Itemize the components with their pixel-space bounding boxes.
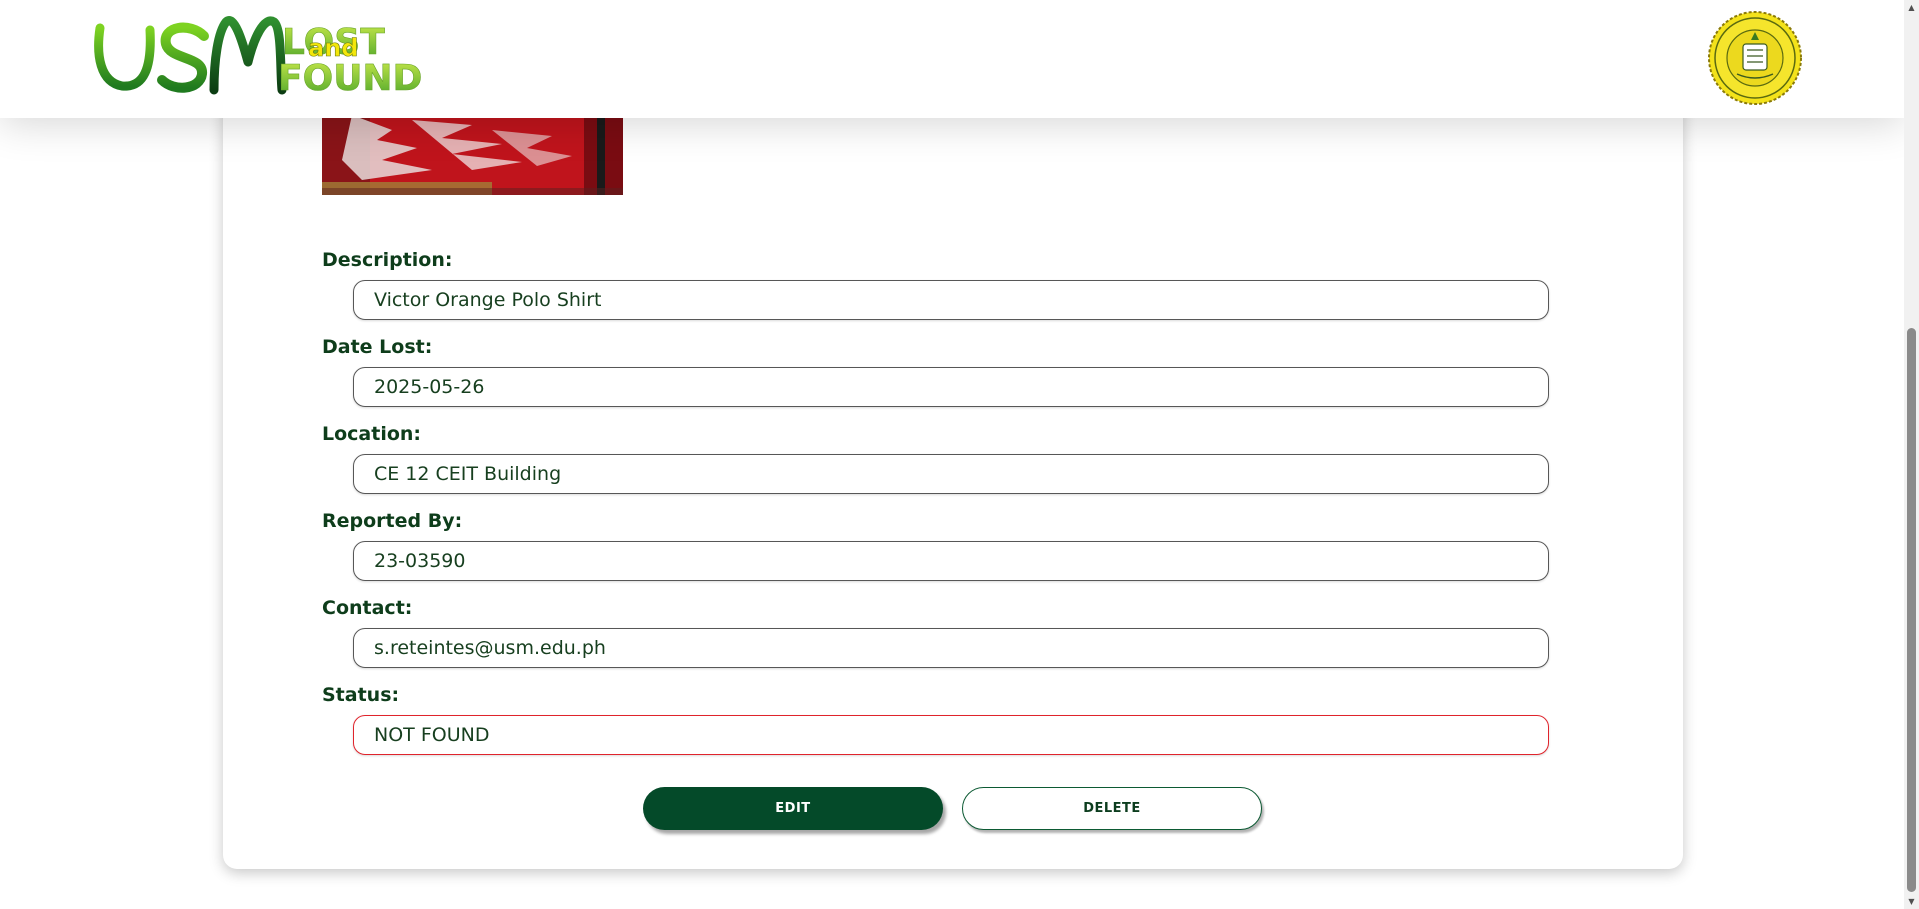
- vertical-scrollbar[interactable]: ▲ ▼: [1904, 0, 1919, 909]
- description-field[interactable]: Victor Orange Polo Shirt: [353, 280, 1549, 320]
- status-field[interactable]: NOT FOUND: [353, 715, 1549, 755]
- site-header: LOST FOUND and: [0, 0, 1904, 118]
- status-label: Status:: [322, 684, 400, 706]
- date-lost-field[interactable]: 2025-05-26: [353, 367, 1549, 407]
- scroll-up-arrow-icon[interactable]: ▲: [1904, 0, 1919, 15]
- item-photo: [322, 110, 623, 195]
- date-lost-label: Date Lost:: [322, 336, 433, 358]
- description-label: Description:: [322, 249, 453, 271]
- reported-by-field[interactable]: 23-03590: [353, 541, 1549, 581]
- delete-button[interactable]: DELETE: [962, 787, 1262, 830]
- svg-text:FOUND: FOUND: [278, 58, 422, 96]
- location-field[interactable]: CE 12 CEIT Building: [353, 454, 1549, 494]
- scrollbar-thumb[interactable]: [1907, 328, 1916, 892]
- location-label: Location:: [322, 423, 422, 445]
- contact-label: Contact:: [322, 597, 413, 619]
- edit-button[interactable]: EDIT: [643, 787, 943, 830]
- svg-text:and: and: [308, 34, 358, 62]
- reported-by-label: Reported By:: [322, 510, 463, 532]
- usm-lost-and-found-logo[interactable]: LOST FOUND and: [92, 10, 422, 96]
- university-seal-logo: [1708, 11, 1802, 105]
- contact-field[interactable]: s.reteintes@usm.edu.ph: [353, 628, 1549, 668]
- page: LOST FOUND and Description: Victor Orang…: [0, 0, 1919, 909]
- scroll-down-arrow-icon[interactable]: ▼: [1904, 894, 1919, 909]
